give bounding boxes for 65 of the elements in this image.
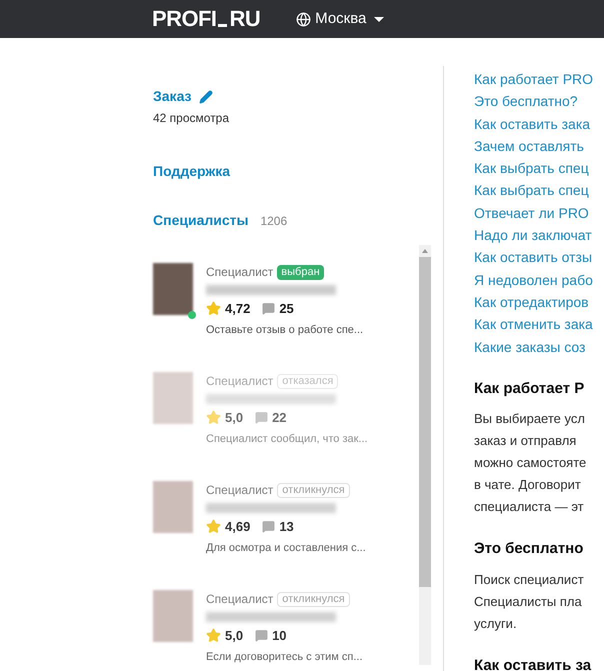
faq-heading: Как оставить за	[474, 656, 592, 671]
faq-link[interactable]: Какие заказы соз	[474, 336, 604, 358]
specialist-note: Оставьте отзыв о работе спе...	[206, 322, 364, 338]
faq-link[interactable]: Как оставить отзы	[474, 246, 604, 269]
avatar-placeholder	[153, 263, 193, 315]
reviews-count: 22	[272, 409, 287, 427]
specialist-card[interactable]: Специалист откликнулся 4,69 13 Для осмотра и составления с...	[153, 481, 419, 556]
comment-icon	[262, 302, 276, 316]
status-badge: откликнулся	[277, 592, 350, 606]
status-badge: отказался	[277, 374, 338, 388]
specialist-card[interactable]: Специалист выбран 4,72 25 Оставьте отзыв о работе спе...	[153, 263, 419, 338]
rating-value: 4,72	[225, 300, 250, 318]
specialist-note: Специалист сообщил, что зак...	[206, 432, 368, 446]
specialists-link[interactable]: Специалисты	[153, 210, 248, 231]
logo[interactable]: PROFI RU	[152, 8, 260, 30]
faq-heading: Это бесплатно	[474, 539, 584, 560]
rating-value: 5,0	[225, 627, 244, 645]
role-label: Специалист	[206, 373, 274, 390]
specialist-card[interactable]: Специалист откликнулся 5,0 10 Если договоритесь с этим сп...	[153, 590, 419, 665]
reviews-count: 10	[272, 627, 287, 645]
globe-icon	[296, 12, 312, 26]
specialist-note: Для осмотра и составления с...	[206, 540, 366, 556]
role-label: Специалист	[206, 482, 274, 499]
caret-icon	[374, 16, 384, 22]
city-selector[interactable]: Москва	[296, 8, 384, 30]
faq-link[interactable]: Зачем оставлять	[474, 134, 604, 158]
specialists-count: 1206	[260, 213, 288, 230]
star-icon	[206, 301, 221, 316]
faq-link[interactable]: Как выбрать спец	[474, 179, 604, 202]
star-icon	[206, 628, 221, 644]
faq-answer: Поиск специалист Специалисты пла услуги.	[474, 570, 585, 633]
faq-heading: Как работает P	[474, 378, 586, 399]
faq-link[interactable]: Как отменить зака	[474, 313, 604, 336]
specialist-note: Если договоритесь с этим сп...	[206, 650, 363, 664]
order-link[interactable]: Заказ	[153, 86, 192, 107]
specialist-card[interactable]: Специалист отказался 5,0 22 Специалист сообщил, что зак...	[153, 372, 419, 447]
faq-answer: Вы выбираете усл заказ и отправля можно самостояте в чате. Договорит специалиста — эт	[474, 410, 588, 516]
faq-link[interactable]: Я недоволен рабо	[474, 268, 604, 291]
reviews-count: 25	[279, 300, 294, 318]
faq-link[interactable]: Как отредактиров	[474, 290, 604, 314]
status-badge: выбран	[277, 264, 324, 280]
star-icon	[206, 410, 221, 426]
star-icon	[206, 519, 221, 534]
reviews-count: 13	[279, 518, 294, 536]
faq-link[interactable]: Как оставить зака	[474, 112, 604, 135]
comment-icon	[262, 520, 276, 534]
avatar-placeholder	[153, 481, 193, 533]
pencil-icon[interactable]	[199, 90, 214, 104]
faq-link[interactable]: Отвечает ли PRO	[474, 202, 604, 224]
views-count: 42 просмотра	[153, 110, 230, 127]
avatar-placeholder	[153, 372, 193, 424]
faq-link[interactable]: Как работает PRO	[474, 68, 604, 90]
faq-link[interactable]: Это бесплатно?	[474, 90, 604, 113]
avatar-placeholder	[153, 590, 193, 642]
role-label: Специалист	[206, 591, 274, 608]
support-link[interactable]: Поддержка	[153, 161, 431, 182]
comment-icon	[255, 411, 268, 424]
scrollbar[interactable]	[419, 245, 431, 665]
faq-link[interactable]: Как выбрать спец	[474, 157, 604, 180]
role-label: Специалист	[206, 264, 274, 281]
rating-value: 5,0	[225, 409, 244, 427]
rating-value: 4,69	[225, 518, 250, 536]
faq-link[interactable]: Надо ли заключат	[474, 224, 604, 246]
comment-icon	[255, 629, 268, 642]
status-badge: откликнулся	[277, 482, 350, 498]
